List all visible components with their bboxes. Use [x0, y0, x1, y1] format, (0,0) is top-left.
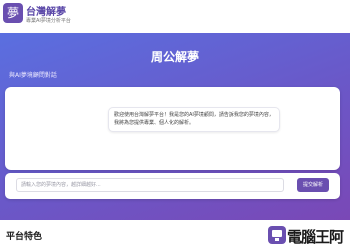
brand-name[interactable]: 台灣解夢 [26, 3, 66, 18]
page-title: 周公解夢 [150, 50, 199, 64]
watermark-text: 電腦王阿 [287, 228, 344, 246]
watermark-stand [275, 238, 279, 241]
watermark-screen [272, 230, 282, 237]
dream-input[interactable] [16, 178, 284, 192]
submit-analysis-button[interactable]: 提交解析 [297, 178, 329, 192]
brand-tagline: 專業AI夢境分析平台 [26, 18, 71, 24]
chat-section-subtitle: 與AI夢境顧問對話 [9, 72, 57, 79]
assistant-message: 歡迎使用台灣解夢平台！我是您的AI夢境顧問，請告訴我您的夢境內容，我將為您提供專… [108, 107, 280, 132]
top-header: 夢 台灣解夢 專業AI夢境分析平台 [0, 0, 350, 34]
features-heading: 平台特色 [6, 232, 43, 242]
brand-logo[interactable]: 夢 [3, 3, 23, 23]
